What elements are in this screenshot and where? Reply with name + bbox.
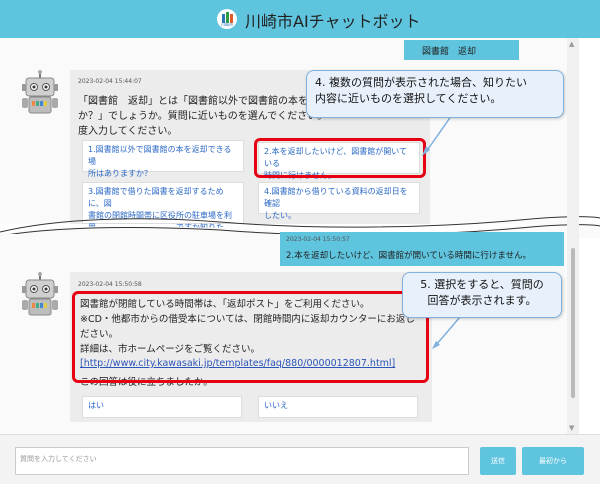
scroll-thumb[interactable] bbox=[571, 248, 575, 398]
robot-avatar-2 bbox=[20, 272, 60, 318]
callout-step-4-text: 4. 複数の質問が表示された場合、知りたい 内容に近いものを選択してください。 bbox=[315, 76, 527, 105]
user-reply-bubble: 2023-02-04 15:50:57 2.本を返却したいけど、図書館が開いてい… bbox=[280, 232, 564, 266]
choice-4[interactable]: 4.図書館から借りている資料の返却日を確認 したい。 bbox=[258, 182, 420, 220]
callout-step-5-text: 5. 選択をすると、質問の 回答が表示されます。 bbox=[420, 278, 544, 307]
restart-button[interactable]: 最初から bbox=[522, 447, 584, 475]
feedback-no-button[interactable]: いいえ bbox=[258, 396, 418, 418]
callout-pointer-2 bbox=[432, 316, 461, 349]
user-message-text: 図書館 返却 bbox=[422, 47, 477, 57]
choice-1[interactable]: 1.図書館以外で図書館の本を返却できる場 所はありますか？ bbox=[82, 140, 244, 178]
bot-message-text: 「図書館 返却」とは「図書館以外で図書館の本を返却 か？」でしょうか。質問に近い… bbox=[78, 96, 328, 137]
user-reply-timestamp: 2023-02-04 15:50:57 bbox=[286, 236, 350, 243]
answer-highlight bbox=[72, 291, 429, 383]
kawasaki-logo-icon: 川崎市 bbox=[217, 9, 237, 29]
robot-avatar bbox=[20, 70, 60, 116]
user-message-bubble: 図書館 返却 bbox=[404, 40, 519, 60]
page-title: 川崎市AIチャットボット bbox=[245, 12, 421, 31]
bot-timestamp: 2023-02-04 15:44:07 bbox=[78, 78, 142, 85]
callout-step-5: 5. 選択をすると、質問の 回答が表示されます。 bbox=[402, 272, 562, 318]
scroll-down-arrow-icon[interactable]: ▼ bbox=[569, 424, 574, 432]
logo-text: 川崎市 bbox=[221, 22, 233, 27]
feedback-yes-button[interactable]: はい bbox=[82, 396, 242, 418]
header-bar: 川崎市 川崎市AIチャットボット bbox=[0, 0, 600, 38]
chat-scrollbar[interactable]: ▲ ▼ bbox=[567, 38, 579, 434]
bot-answer-timestamp: 2023-02-04 15:50:58 bbox=[78, 281, 142, 288]
user-reply-text: 2.本を返却したいけど、図書館が開いている時間に行けません。 bbox=[286, 251, 532, 261]
callout-step-4: 4. 複数の質問が表示された場合、知りたい 内容に近いものを選択してください。 bbox=[306, 70, 564, 118]
send-button[interactable]: 送信 bbox=[480, 447, 516, 475]
question-input[interactable]: 質問を入力してください bbox=[15, 447, 469, 475]
choice-2-highlight bbox=[254, 138, 426, 178]
scroll-up-arrow-icon[interactable]: ▲ bbox=[569, 40, 574, 48]
